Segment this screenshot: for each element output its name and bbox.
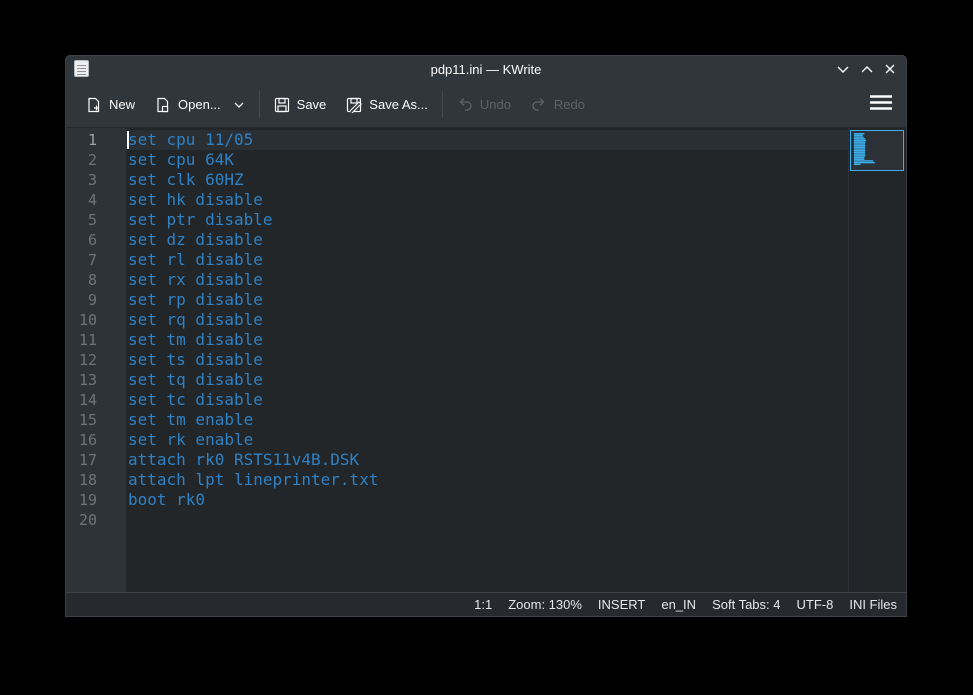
editor-area[interactable]: 1 2 3 4 5 6 7 8 9 10 11 12 13 14 15 16 1… <box>66 128 906 592</box>
encoding[interactable]: UTF-8 <box>796 597 833 612</box>
window-title: pdp11.ini — KWrite <box>66 62 906 77</box>
code-line: set rp disable <box>126 290 848 310</box>
line-number-gutter: 1 2 3 4 5 6 7 8 9 10 11 12 13 14 15 16 1… <box>66 128 126 592</box>
save-icon <box>274 97 290 113</box>
line-number: 11 <box>66 330 126 350</box>
save-button[interactable]: Save <box>274 97 327 113</box>
line-number: 16 <box>66 430 126 450</box>
line-number: 17 <box>66 450 126 470</box>
line-number: 2 <box>66 150 126 170</box>
undo-icon <box>457 97 473 113</box>
code-line: set rk enable <box>126 430 848 450</box>
titlebar[interactable]: pdp11.ini — KWrite <box>66 56 906 82</box>
line-number: 3 <box>66 170 126 190</box>
toolbar: New Open... Save Save As... Undo Redo <box>66 82 906 128</box>
line-number: 6 <box>66 230 126 250</box>
code-line: boot rk0 <box>126 490 848 510</box>
line-number: 7 <box>66 250 126 270</box>
line-number: 13 <box>66 370 126 390</box>
line-number: 18 <box>66 470 126 490</box>
minimap-text-preview <box>854 133 900 176</box>
file-type[interactable]: INI Files <box>849 597 897 612</box>
code-line: set cpu 11/05 <box>126 130 848 150</box>
code-line: set ptr disable <box>126 210 848 230</box>
code-line: set rq disable <box>126 310 848 330</box>
line-number: 12 <box>66 350 126 370</box>
new-document-icon <box>86 97 102 113</box>
line-number: 10 <box>66 310 126 330</box>
maximize-icon[interactable] <box>860 64 874 74</box>
line-number: 1 <box>66 130 126 150</box>
code-line: set tm disable <box>126 330 848 350</box>
close-icon[interactable] <box>884 63 896 75</box>
code-line: set ts disable <box>126 350 848 370</box>
code-line: set dz disable <box>126 230 848 250</box>
dictionary-language[interactable]: en_IN <box>661 597 696 612</box>
code-line: attach rk0 RSTS11v4B.DSK <box>126 450 848 470</box>
open-button[interactable]: Open... <box>155 97 245 113</box>
redo-button[interactable]: Redo <box>531 97 585 113</box>
text-area[interactable]: set cpu 11/05 set cpu 64K set clk 60HZ s… <box>126 128 848 592</box>
code-line: set hk disable <box>126 190 848 210</box>
line-number: 9 <box>66 290 126 310</box>
code-line: attach lpt lineprinter.txt <box>126 470 848 490</box>
menu-button[interactable] <box>869 94 893 116</box>
line-number: 5 <box>66 210 126 230</box>
save-as-icon <box>346 97 362 113</box>
line-number: 14 <box>66 390 126 410</box>
toolbar-separator <box>259 91 260 118</box>
new-button[interactable]: New <box>86 97 135 113</box>
minimap-scrollbar[interactable] <box>848 128 906 592</box>
toolbar-separator <box>442 91 443 118</box>
code-line: set cpu 64K <box>126 150 848 170</box>
save-as-button[interactable]: Save As... <box>346 97 428 113</box>
kwrite-window: pdp11.ini — KWrite New Open... Save Save… <box>65 55 907 617</box>
minimap-viewport[interactable] <box>850 130 904 171</box>
open-document-icon <box>155 97 171 113</box>
undo-button[interactable]: Undo <box>457 97 511 113</box>
line-number: 4 <box>66 190 126 210</box>
line-number: 15 <box>66 410 126 430</box>
code-line: set tq disable <box>126 370 848 390</box>
line-number: 8 <box>66 270 126 290</box>
code-line: set tc disable <box>126 390 848 410</box>
code-line: set rx disable <box>126 270 848 290</box>
code-line: set tm enable <box>126 410 848 430</box>
code-line <box>126 510 848 530</box>
kwrite-app-icon <box>74 60 89 77</box>
cursor-position[interactable]: 1:1 <box>474 597 492 612</box>
code-line: set rl disable <box>126 250 848 270</box>
line-number: 20 <box>66 510 126 530</box>
line-number: 19 <box>66 490 126 510</box>
tab-settings[interactable]: Soft Tabs: 4 <box>712 597 780 612</box>
input-mode[interactable]: INSERT <box>598 597 645 612</box>
minimize-icon[interactable] <box>836 64 850 74</box>
redo-icon <box>531 97 547 113</box>
statusbar: 1:1 Zoom: 130% INSERT en_IN Soft Tabs: 4… <box>66 592 906 616</box>
open-dropdown-chevron-icon[interactable] <box>233 101 245 109</box>
zoom-level[interactable]: Zoom: 130% <box>508 597 582 612</box>
code-line: set clk 60HZ <box>126 170 848 190</box>
